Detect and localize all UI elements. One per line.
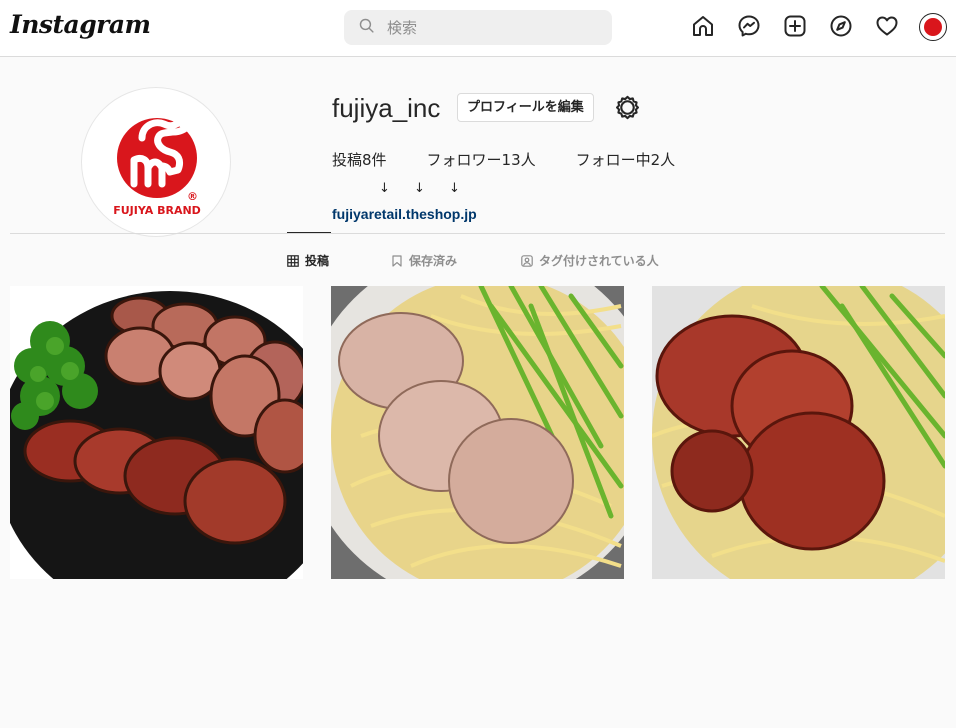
edit-profile-button[interactable]: プロフィールを編集 [457,93,594,122]
bookmark-icon [392,254,402,267]
tab-tagged[interactable]: タグ付けされている人 [521,252,659,269]
messenger-icon[interactable] [736,13,762,39]
tab-saved[interactable]: 保存済み [391,252,457,269]
profile-avatar-nav[interactable] [919,13,947,41]
posts-grid [10,286,945,579]
tab-tagged-label: タグ付けされている人 [539,254,659,268]
nav-icons [690,13,920,39]
avatar-image [924,18,942,36]
registered-mark: ® [187,190,198,203]
search-icon [358,17,375,38]
following-count[interactable]: フォロー中2人 [576,149,676,170]
followers-count[interactable]: フォロワー13人 [427,149,536,170]
bio-arrows: ↓ ↓ ↓ [379,181,470,196]
home-icon[interactable] [690,13,716,39]
new-post-icon[interactable] [782,13,808,39]
brand-logo-text: FUJIYA BRAND [113,204,201,217]
top-nav-bar: Instagram [0,0,956,57]
bio-website-link[interactable]: fujiyaretail.theshop.jp [332,206,477,222]
search-input[interactable] [387,18,587,37]
grid-icon [287,254,299,267]
activity-heart-icon[interactable] [874,13,900,39]
tagged-user-icon [521,254,533,267]
profile-stats: 投稿8件 フォロワー13人 フォロー中2人 [332,149,715,170]
explore-icon[interactable] [828,13,854,39]
search-box[interactable] [344,10,612,45]
tab-saved-label: 保存済み [409,254,458,268]
post-thumbnail[interactable] [331,286,624,579]
tabs-divider [10,233,945,234]
post-thumbnail[interactable] [652,286,945,579]
profile-picture[interactable]: ® FUJIYA BRAND [81,87,231,237]
post-thumbnail[interactable] [10,286,303,579]
tab-posts-label: 投稿 [305,254,330,268]
posts-count: 投稿8件 [332,151,387,169]
tab-posts[interactable]: 投稿 [287,252,329,269]
profile-tabs: 投稿 保存済み タグ付けされている人 [0,252,956,272]
instagram-logo[interactable]: Instagram [10,10,151,39]
profile-username: fujiya_inc [332,93,441,123]
settings-gear-icon[interactable] [615,95,640,120]
active-tab-indicator [287,232,331,233]
